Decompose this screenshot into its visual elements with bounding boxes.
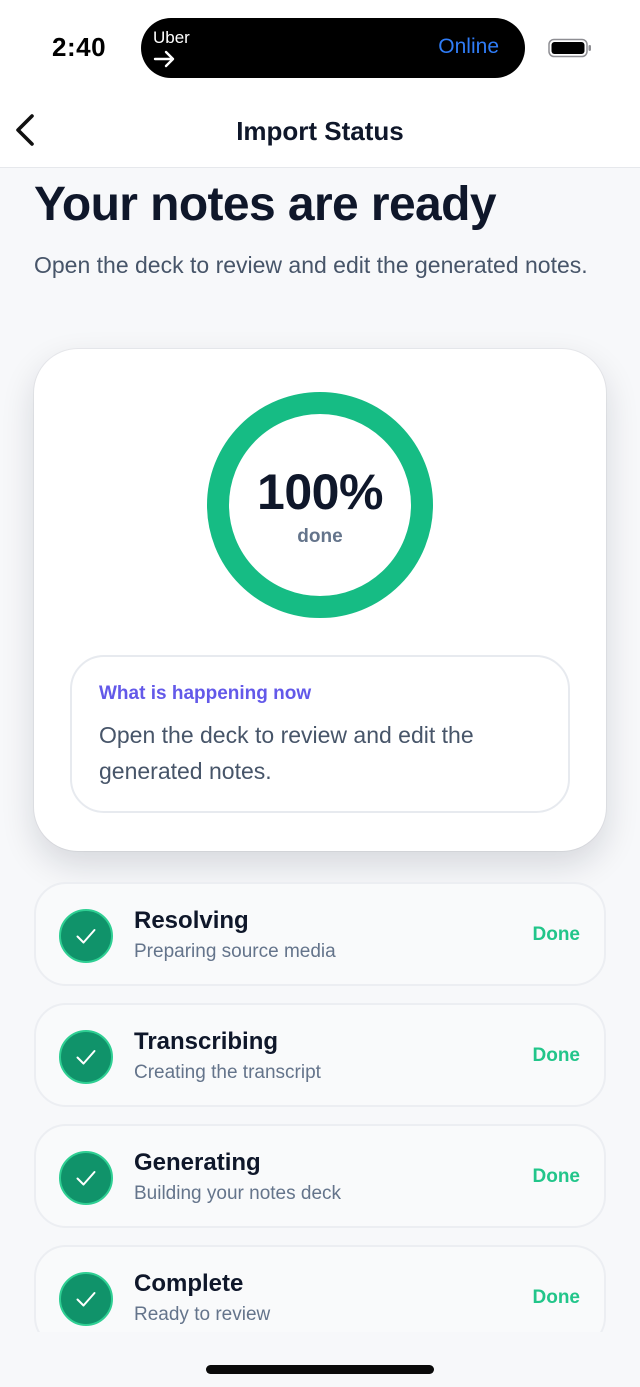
activity-body: Open the deck to review and edit the gen… — [99, 722, 474, 784]
step-row-complete: Complete Ready to review Done — [34, 1245, 606, 1332]
activity-title: What is happening now — [99, 683, 312, 704]
page-subtitle: Open the deck to review and edit the gen… — [34, 252, 588, 278]
status-time: 2:40 — [52, 32, 107, 62]
step-title: Generating — [134, 1149, 261, 1176]
progress-label: done — [297, 526, 343, 547]
step-title: Resolving — [134, 907, 249, 934]
progress-percent: 100% — [257, 464, 383, 520]
step-description: Preparing source media — [134, 941, 336, 962]
battery-icon — [548, 38, 591, 58]
status-bar: 2:40 Uber Online — [0, 0, 640, 96]
arrow-right-icon — [153, 50, 175, 68]
import-status-screen: 2:40 Uber Online Import Status Your note… — [0, 0, 640, 1387]
step-status: Done — [532, 1045, 581, 1066]
step-status: Done — [532, 1287, 581, 1308]
step-row-generating: Generating Building your notes deck Done — [34, 1124, 606, 1228]
step-row-transcribing: Transcribing Creating the transcript Don… — [34, 1003, 606, 1107]
live-activity-app-name: Uber — [153, 28, 190, 47]
step-description: Creating the transcript — [134, 1062, 321, 1083]
nav-title: Import Status — [236, 116, 404, 146]
step-title: Complete — [134, 1270, 244, 1297]
check-circle-icon — [59, 1151, 113, 1205]
step-title: Transcribing — [134, 1028, 279, 1055]
step-row-resolving: Resolving Preparing source media Done — [34, 882, 606, 986]
progress-card: 100% done What is happening now Open the… — [34, 349, 606, 851]
check-circle-icon — [59, 1272, 113, 1326]
page-title: Your notes are ready — [34, 178, 497, 231]
check-circle-icon — [59, 1030, 113, 1084]
live-activity-status: Online — [438, 35, 499, 58]
step-description: Ready to review — [134, 1304, 271, 1325]
step-status: Done — [532, 924, 581, 945]
live-activity-island[interactable]: Uber Online — [141, 18, 525, 78]
scroll-content[interactable]: Your notes are ready Open the deck to re… — [0, 169, 640, 1332]
step-status: Done — [532, 1166, 581, 1187]
step-description: Building your notes deck — [134, 1183, 342, 1204]
check-circle-icon — [59, 909, 113, 963]
activity-panel: What is happening now Open the deck to r… — [70, 655, 570, 813]
home-indicator[interactable] — [206, 1365, 434, 1374]
navigation-bar: Import Status — [0, 96, 640, 168]
